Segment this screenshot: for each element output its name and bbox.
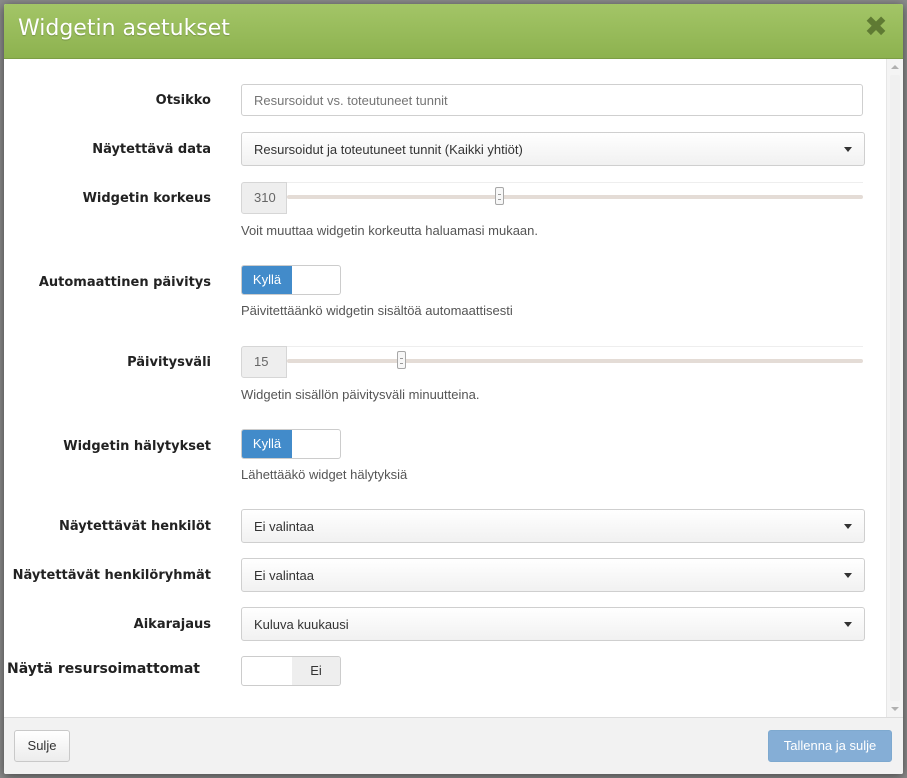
dialog-title: Widgetin asetukset bbox=[18, 16, 230, 41]
widget-settings-dialog: Widgetin asetukset ✖ Otsikko Näytettävä … bbox=[4, 4, 903, 774]
close-icon[interactable]: ✖ bbox=[863, 13, 889, 41]
data-select[interactable]: Resursoidut ja toteutuneet tunnit (Kaikk… bbox=[241, 132, 865, 166]
dialog-header: Widgetin asetukset ✖ bbox=[4, 4, 903, 59]
scroll-down-icon[interactable] bbox=[891, 707, 899, 711]
title-input[interactable] bbox=[241, 84, 863, 116]
caret-down-icon bbox=[844, 147, 852, 152]
title-field-label: Otsikko bbox=[155, 93, 211, 108]
save-and-close-button[interactable]: Tallenna ja sulje bbox=[768, 730, 892, 762]
alerts-toggle[interactable]: Kyllä bbox=[241, 429, 341, 459]
person-groups-select-value: Ei valintaa bbox=[254, 568, 314, 583]
scrollbar-thumb[interactable] bbox=[890, 75, 900, 701]
height-slider: 310 bbox=[241, 182, 863, 214]
show-unresourced-toggle[interactable]: Ei bbox=[241, 656, 341, 686]
dialog-scrollbar[interactable] bbox=[886, 59, 903, 717]
alerts-state: Kyllä bbox=[242, 430, 292, 458]
height-slider-handle[interactable] bbox=[495, 187, 505, 205]
refresh-interval-label: Päivitysväli bbox=[127, 355, 211, 370]
close-button[interactable]: Sulje bbox=[14, 730, 70, 762]
scroll-up-icon[interactable] bbox=[891, 65, 899, 69]
refresh-interval-slider: 15 bbox=[241, 346, 863, 378]
height-value: 310 bbox=[241, 182, 287, 214]
alerts-help-text: Lähettääkö widget hälytyksiä bbox=[241, 467, 408, 482]
refresh-interval-slider-handle[interactable] bbox=[397, 351, 407, 369]
height-slider-track[interactable] bbox=[287, 182, 863, 205]
time-range-select[interactable]: Kuluva kuukausi bbox=[241, 607, 865, 641]
persons-select[interactable]: Ei valintaa bbox=[241, 509, 865, 543]
data-select-value: Resursoidut ja toteutuneet tunnit (Kaikk… bbox=[254, 142, 523, 157]
auto-refresh-toggle[interactable]: Kyllä bbox=[241, 265, 341, 295]
height-help-text: Voit muuttaa widgetin korkeutta haluamas… bbox=[241, 223, 539, 238]
show-unresourced-label: Näytä resursoimattomat bbox=[7, 661, 200, 677]
auto-refresh-help-text: Päivitettäänkö widgetin sisältöä automaa… bbox=[241, 303, 513, 318]
persons-select-value: Ei valintaa bbox=[254, 519, 314, 534]
caret-down-icon bbox=[844, 622, 852, 627]
refresh-interval-slider-track[interactable] bbox=[287, 346, 863, 369]
refresh-interval-value: 15 bbox=[241, 346, 287, 378]
data-field-label: Näytettävä data bbox=[92, 142, 211, 157]
dialog-footer: Sulje Tallenna ja sulje bbox=[4, 717, 903, 774]
person-groups-label: Näytettävät henkilöryhmät bbox=[12, 568, 211, 583]
caret-down-icon bbox=[844, 524, 852, 529]
persons-label: Näytettävät henkilöt bbox=[59, 519, 211, 534]
dialog-body: Otsikko Näytettävä data Resursoidut ja t… bbox=[4, 59, 903, 717]
person-groups-select[interactable]: Ei valintaa bbox=[241, 558, 865, 592]
auto-refresh-label: Automaattinen päivitys bbox=[38, 275, 211, 290]
refresh-interval-help-text: Widgetin sisällön päivitysväli minuuttei… bbox=[241, 387, 480, 402]
time-range-label: Aikarajaus bbox=[133, 617, 211, 632]
auto-refresh-state: Kyllä bbox=[242, 266, 292, 294]
time-range-select-value: Kuluva kuukausi bbox=[254, 617, 349, 632]
height-field-label: Widgetin korkeus bbox=[82, 191, 211, 206]
alerts-label: Widgetin hälytykset bbox=[63, 439, 211, 454]
show-unresourced-state: Ei bbox=[292, 657, 340, 685]
caret-down-icon bbox=[844, 573, 852, 578]
